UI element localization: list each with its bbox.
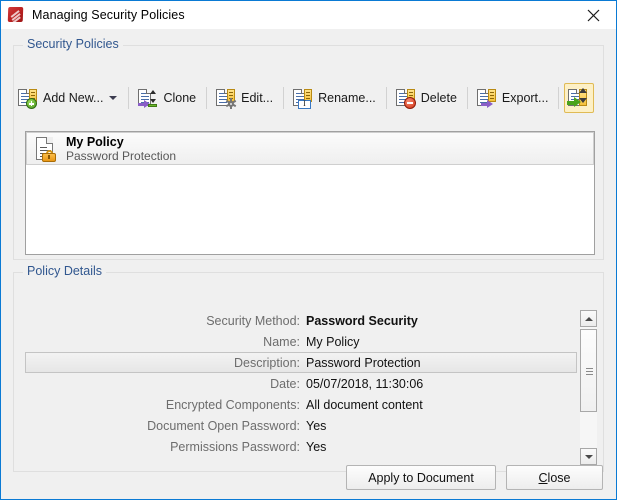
detail-row: Document Open Password: Yes	[25, 415, 577, 436]
detail-label: Security Method:	[206, 313, 300, 328]
detail-value: 05/07/2018, 11:30:06	[306, 376, 424, 391]
delete-button-label: Delete	[420, 91, 457, 105]
detail-label: Description:	[234, 355, 300, 370]
rename-button[interactable]: Rename...	[289, 84, 381, 112]
clone-button[interactable]: Clone	[134, 84, 201, 112]
pdf-app-icon	[7, 6, 25, 24]
edit-button-label: Edit...	[241, 91, 274, 105]
edit-button[interactable]: Edit...	[212, 84, 278, 112]
policy-description: Password Protection	[66, 148, 177, 163]
close-label-rest: lose	[547, 470, 571, 485]
title-bar: Managing Security Policies	[1, 1, 616, 29]
document-export-icon	[476, 87, 498, 109]
document-add-icon	[17, 87, 39, 109]
close-button[interactable]: Close	[506, 465, 603, 490]
policy-name: My Policy	[66, 134, 124, 149]
add-new-button-label: Add New...	[43, 91, 104, 105]
import-button[interactable]	[564, 83, 595, 113]
detail-row: Date: 05/07/2018, 11:30:06	[25, 373, 577, 394]
close-x-icon	[587, 9, 599, 21]
security-policy-list[interactable]: My Policy Password Protection	[25, 131, 595, 255]
policy-details-group-label: Policy Details	[23, 264, 107, 278]
export-button[interactable]: Export...	[473, 84, 554, 112]
toolbar-separator	[206, 87, 208, 109]
chevron-down-icon[interactable]	[109, 96, 118, 100]
detail-row[interactable]: Description: Password Protection	[25, 352, 577, 373]
clone-button-label: Clone	[163, 91, 197, 105]
rename-button-label: Rename...	[318, 91, 376, 105]
close-accelerator: C	[538, 470, 548, 485]
document-delete-icon	[395, 87, 417, 109]
dialog-footer: Apply to Document Close	[2, 452, 615, 498]
detail-label: Name:	[263, 334, 300, 349]
detail-value: Password Security	[306, 313, 418, 328]
managing-security-policies-dialog: Managing Security Policies Security Poli…	[0, 0, 617, 500]
scrollbar-thumb[interactable]	[580, 329, 597, 412]
add-new-button[interactable]: Add New...	[14, 84, 123, 112]
document-clone-icon	[137, 87, 159, 109]
detail-value: All document content	[306, 397, 423, 412]
scrollbar-up-button[interactable]	[580, 310, 597, 327]
detail-value: My Policy	[306, 334, 360, 349]
close-button-label: Close	[539, 471, 571, 485]
security-policies-group-label: Security Policies	[23, 37, 123, 51]
export-button-label: Export...	[501, 91, 549, 105]
toolbar-separator	[466, 87, 468, 109]
detail-row: Security Method: Password Security	[25, 310, 577, 331]
detail-value: Yes	[306, 418, 327, 433]
detail-label: Date:	[270, 376, 300, 391]
policy-details-panel: Security Method: Password Security Name:…	[25, 310, 577, 465]
list-item[interactable]: My Policy Password Protection	[26, 132, 594, 165]
window-title: Managing Security Policies	[32, 8, 185, 22]
detail-row: Name: My Policy	[25, 331, 577, 352]
toolbar-separator	[385, 87, 387, 109]
close-window-button[interactable]	[570, 1, 616, 29]
dialog-client-area: Security Policies Add New... Clone Edit.…	[2, 29, 615, 498]
toolbar-separator	[283, 87, 285, 109]
policy-toolbar: Add New... Clone Edit... I Rename... Del…	[14, 83, 595, 113]
details-scrollbar[interactable]	[580, 310, 597, 465]
document-import-icon	[567, 87, 589, 109]
delete-button[interactable]: Delete	[392, 84, 462, 112]
toolbar-separator	[128, 87, 130, 109]
scrollbar-track[interactable]	[580, 327, 597, 448]
toolbar-separator	[558, 87, 560, 109]
detail-value: Password Protection	[306, 355, 421, 370]
document-rename-icon	[292, 87, 314, 109]
document-lock-icon	[33, 136, 59, 162]
scroll-thumb-grip-icon	[586, 367, 593, 375]
detail-label: Document Open Password:	[147, 418, 300, 433]
detail-row: Encrypted Components: All document conte…	[25, 394, 577, 415]
document-gear-icon	[215, 87, 237, 109]
detail-label: Encrypted Components:	[165, 397, 300, 412]
scroll-up-arrow-icon	[584, 316, 593, 321]
apply-to-document-button[interactable]: Apply to Document	[346, 465, 496, 490]
